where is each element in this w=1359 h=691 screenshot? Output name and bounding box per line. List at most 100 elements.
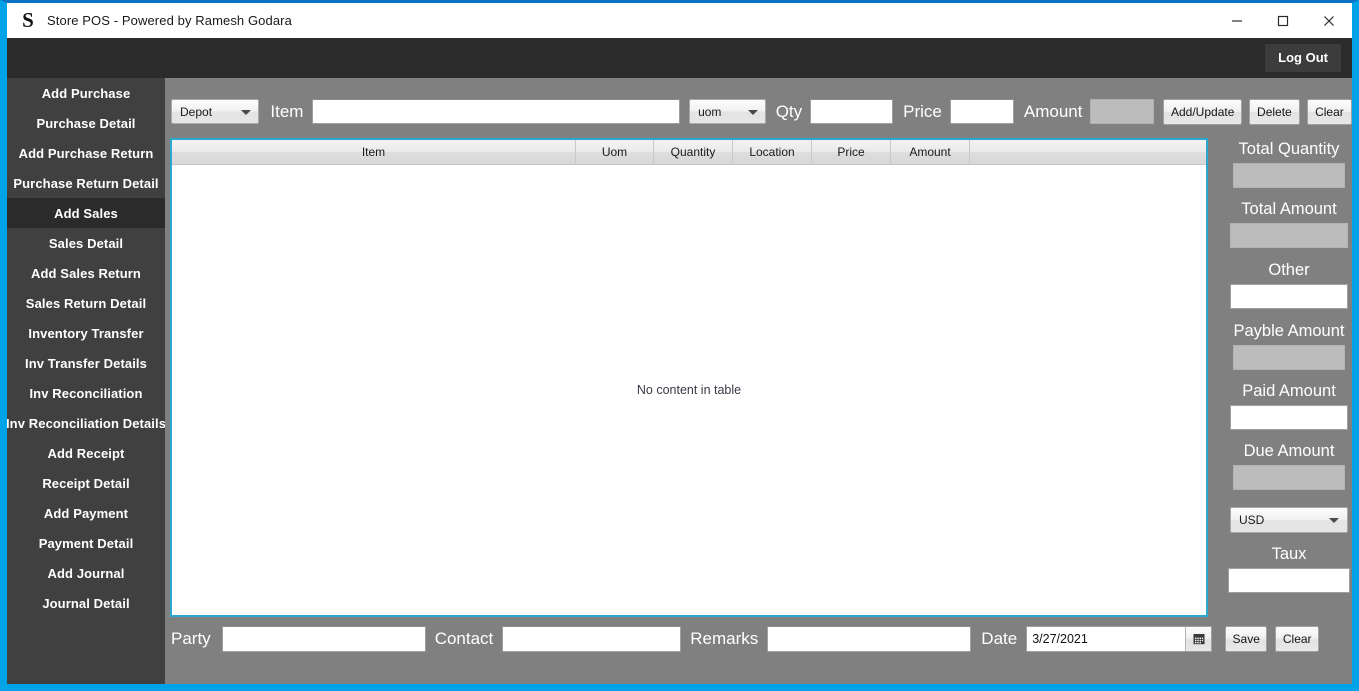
sidebar-item-label: Add Purchase Return [18, 145, 154, 161]
date-picker[interactable] [1026, 626, 1213, 652]
depot-dropdown[interactable]: Depot [171, 99, 260, 124]
sidebar-item-label: Receipt Detail [42, 475, 130, 491]
chevron-down-icon [241, 109, 252, 115]
sidebar-item-label: Purchase Return Detail [13, 175, 159, 191]
clear-form-button[interactable]: Clear [1275, 626, 1320, 652]
sidebar-item-label: Inventory Transfer [28, 325, 144, 341]
sidebar-item-add-sales-return[interactable]: Add Sales Return [7, 258, 165, 288]
sidebar-navigation: Add Purchase Purchase Detail Add Purchas… [7, 78, 165, 684]
items-table[interactable]: Item Uom Quantity Location Price Amount … [170, 138, 1208, 617]
sidebar-item-journal-detail[interactable]: Journal Detail [7, 588, 165, 618]
sidebar-item-label: Purchase Detail [36, 115, 136, 131]
sidebar-item-add-purchase[interactable]: Add Purchase [7, 78, 165, 108]
taux-field[interactable] [1228, 568, 1350, 593]
amount-label: Amount [1023, 101, 1083, 121]
item-label: Item [270, 101, 304, 121]
sidebar-item-label: Inv Reconciliation Details [7, 415, 165, 431]
sidebar-item-label: Add Journal [47, 565, 125, 581]
total-amount-label: Total Amount [1241, 200, 1337, 218]
sidebar-item-add-sales[interactable]: Add Sales [7, 198, 165, 228]
sidebar-item-add-payment[interactable]: Add Payment [7, 498, 165, 528]
sidebar-item-label: Journal Detail [42, 595, 130, 611]
total-amount-field [1230, 223, 1348, 248]
clear-form-button-label: Clear [1282, 632, 1312, 646]
sidebar-item-sales-return-detail[interactable]: Sales Return Detail [7, 288, 165, 318]
maximize-icon[interactable] [1260, 3, 1306, 38]
main-content: Depot Item uom Qty Price Amount Add/Upda… [165, 78, 1352, 684]
sidebar-item-label: Inv Transfer Details [25, 355, 147, 371]
other-field[interactable] [1230, 284, 1348, 309]
document-footer-bar: Party Contact Remarks Date 3/27/2021 Sav… [165, 622, 1352, 656]
chevron-down-icon [1329, 518, 1339, 523]
depot-dropdown-value: Depot [180, 104, 213, 119]
sidebar-item-purchase-return-detail[interactable]: Purchase Return Detail [7, 168, 165, 198]
currency-dropdown-value: USD [1239, 513, 1265, 527]
sidebar-item-receipt-detail[interactable]: Receipt Detail [7, 468, 165, 498]
sidebar-item-sales-detail[interactable]: Sales Detail [7, 228, 165, 258]
payble-amount-field [1233, 345, 1345, 370]
minimize-icon[interactable] [1214, 3, 1260, 38]
sidebar-item-label: Add Receipt [47, 445, 125, 461]
party-input[interactable] [221, 626, 426, 652]
sidebar-item-add-purchase-return[interactable]: Add Purchase Return [7, 138, 165, 168]
sidebar-item-add-receipt[interactable]: Add Receipt [7, 438, 165, 468]
application-window: S Store POS - Powered by Ramesh Godara L… [0, 0, 1359, 691]
qty-input[interactable] [810, 99, 894, 124]
sidebar-item-payment-detail[interactable]: Payment Detail [7, 528, 165, 558]
close-icon[interactable] [1306, 3, 1352, 38]
column-header-location[interactable]: Location [733, 140, 812, 164]
other-label: Other [1268, 261, 1310, 279]
save-button-label: Save [1232, 632, 1260, 646]
sidebar-item-purchase-detail[interactable]: Purchase Detail [7, 108, 165, 138]
price-input[interactable] [949, 99, 1014, 124]
sidebar-item-inv-transfer-details[interactable]: Inv Transfer Details [7, 348, 165, 378]
logout-button[interactable]: Log Out [1265, 44, 1341, 72]
save-button[interactable]: Save [1225, 626, 1268, 652]
due-amount-field [1233, 465, 1345, 490]
party-label: Party [171, 629, 211, 648]
taux-label: Taux [1271, 545, 1307, 563]
date-label: Date [981, 629, 1018, 648]
paid-amount-label: Paid Amount [1242, 382, 1336, 400]
chevron-down-icon [747, 109, 758, 115]
remarks-input[interactable] [767, 626, 972, 652]
sidebar-item-label: Add Sales [54, 205, 118, 221]
column-header-item[interactable]: Item [172, 140, 576, 164]
sidebar-item-label: Sales Detail [48, 235, 124, 251]
window-title: Store POS - Powered by Ramesh Godara [47, 13, 292, 28]
sidebar-item-inv-reconciliation[interactable]: Inv Reconciliation [7, 378, 165, 408]
paid-amount-field[interactable] [1230, 405, 1348, 430]
contact-label: Contact [434, 629, 494, 648]
calendar-icon[interactable] [1185, 627, 1212, 651]
table-empty-message: No content in table [636, 382, 742, 397]
qty-label: Qty [775, 101, 803, 121]
app-header: Log Out [7, 38, 1352, 78]
date-input[interactable] [1027, 627, 1186, 651]
sidebar-item-label: Add Sales Return [31, 265, 141, 281]
total-quantity-label: Total Quantity [1238, 140, 1340, 158]
column-header-amount[interactable]: Amount [891, 140, 970, 164]
sidebar-item-add-journal[interactable]: Add Journal [7, 558, 165, 588]
currency-dropdown[interactable]: USD [1230, 507, 1348, 533]
column-header-uom[interactable]: Uom [576, 140, 654, 164]
sidebar-item-inventory-transfer[interactable]: Inventory Transfer [7, 318, 165, 348]
column-header-filler [970, 140, 1206, 164]
amount-input [1090, 99, 1155, 124]
sidebar-item-label: Inv Reconciliation [29, 385, 143, 401]
price-label: Price [903, 101, 942, 121]
remarks-label: Remarks [690, 629, 759, 648]
column-header-quantity[interactable]: Quantity [654, 140, 733, 164]
uom-dropdown[interactable]: uom [689, 99, 766, 124]
sidebar-item-label: Add Purchase [41, 85, 131, 101]
title-bar: S Store POS - Powered by Ramesh Godara [7, 3, 1352, 38]
item-entry-toolbar: Depot Item uom Qty Price Amount Add/Upda… [165, 95, 1352, 128]
sidebar-item-inv-reconciliation-details[interactable]: Inv Reconciliation Details [7, 408, 165, 438]
payble-amount-label: Payble Amount [1233, 322, 1345, 340]
total-quantity-field [1233, 163, 1345, 188]
contact-input[interactable] [502, 626, 682, 652]
totals-panel: Total Quantity Total Amount Other Payble… [1213, 78, 1352, 684]
sidebar-item-label: Payment Detail [38, 535, 134, 551]
uom-dropdown-value: uom [698, 104, 722, 119]
column-header-price[interactable]: Price [812, 140, 891, 164]
item-input[interactable] [312, 99, 681, 124]
